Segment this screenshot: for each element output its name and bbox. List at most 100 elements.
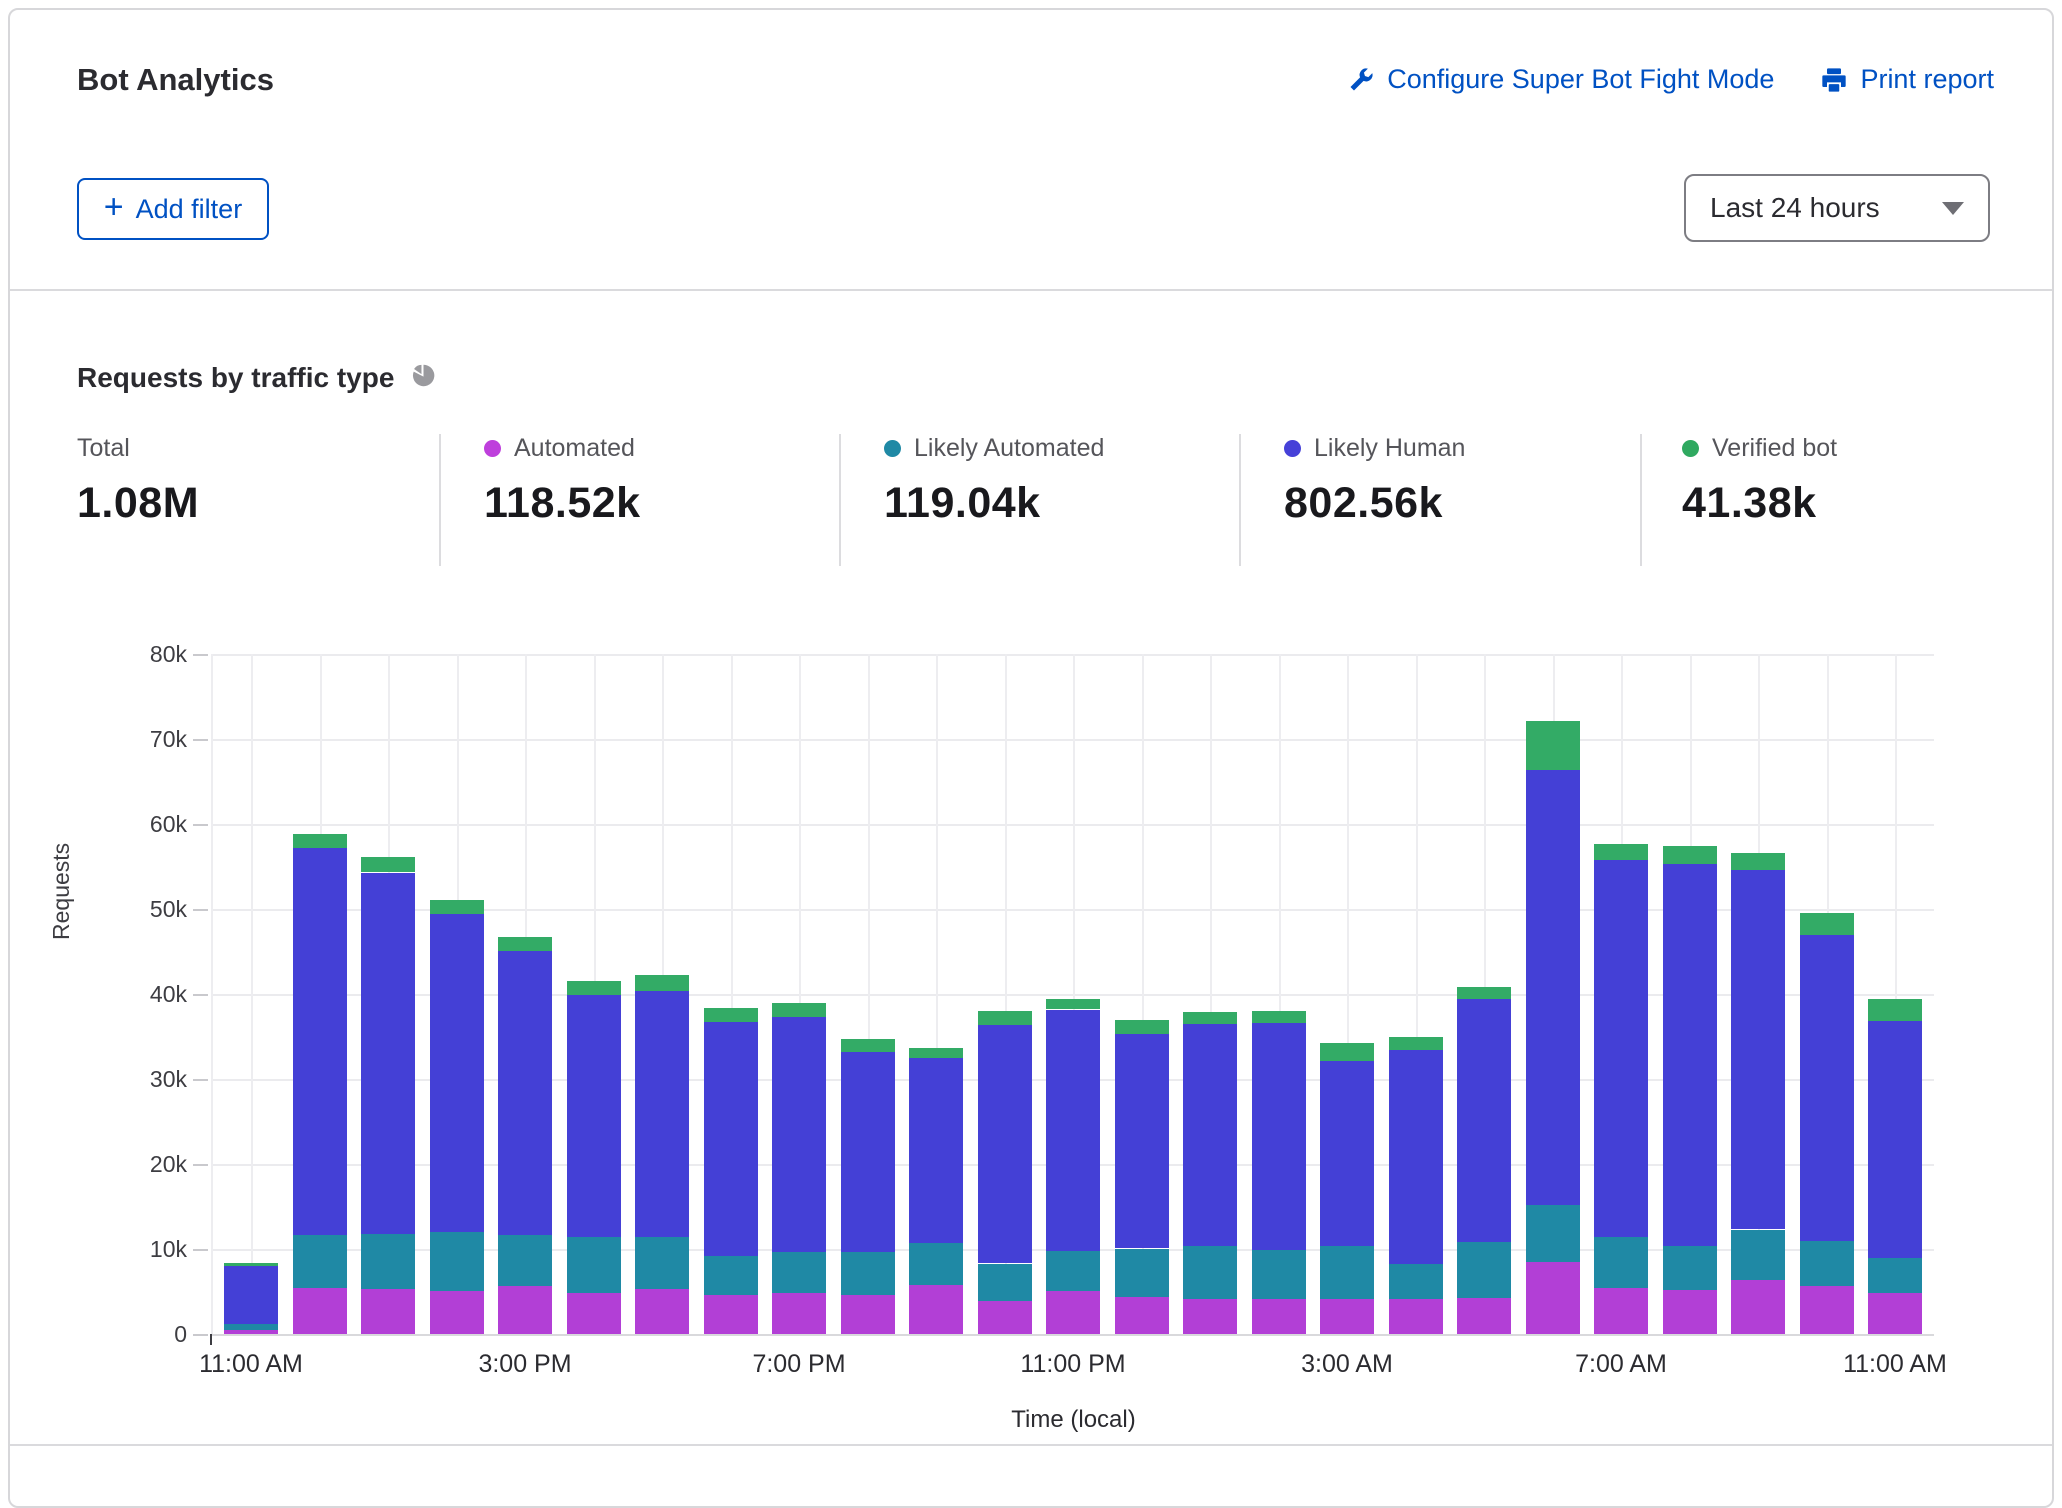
bar-segment-verified-bot[interactable] <box>361 857 415 872</box>
bar-segment-automated[interactable] <box>1594 1288 1648 1334</box>
bar-segment-likely-automated[interactable] <box>1868 1258 1922 1293</box>
bar-segment-verified-bot[interactable] <box>430 900 484 914</box>
bar-segment-automated[interactable] <box>1800 1286 1854 1334</box>
bar-segment-verified-bot[interactable] <box>1046 999 1100 1009</box>
bar-segment-verified-bot[interactable] <box>498 937 552 951</box>
bar-segment-likely-human[interactable] <box>772 1017 826 1252</box>
bar-segment-likely-automated[interactable] <box>1526 1205 1580 1262</box>
bar-segment-verified-bot[interactable] <box>1389 1037 1443 1050</box>
bar-segment-likely-human[interactable] <box>1183 1024 1237 1246</box>
bar-segment-automated[interactable] <box>909 1285 963 1334</box>
stat-verified-bot[interactable]: Verified bot41.38k <box>1682 434 1837 528</box>
bar-segment-likely-human[interactable] <box>430 914 484 1232</box>
bar-5-00-am[interactable] <box>1457 987 1511 1334</box>
bar-segment-likely-automated[interactable] <box>1457 1242 1511 1298</box>
bar-segment-verified-bot[interactable] <box>1800 913 1854 935</box>
bar-segment-likely-automated[interactable] <box>1115 1249 1169 1297</box>
bar-segment-automated[interactable] <box>635 1289 689 1334</box>
bar-segment-likely-human[interactable] <box>704 1022 758 1256</box>
bar-segment-verified-bot[interactable] <box>1183 1012 1237 1024</box>
bar-segment-likely-automated[interactable] <box>1046 1250 1100 1291</box>
bar-segment-verified-bot[interactable] <box>841 1039 895 1052</box>
bar-segment-likely-automated[interactable] <box>567 1237 621 1293</box>
bar-segment-likely-automated[interactable] <box>841 1252 895 1295</box>
bar-segment-verified-bot[interactable] <box>1868 999 1922 1021</box>
bar-segment-likely-human[interactable] <box>1663 864 1717 1246</box>
bar-segment-verified-bot[interactable] <box>224 1263 278 1266</box>
bar-segment-automated[interactable] <box>1663 1290 1717 1334</box>
bar-segment-likely-automated[interactable] <box>704 1256 758 1295</box>
bar-segment-verified-bot[interactable] <box>1457 987 1511 999</box>
bar-segment-verified-bot[interactable] <box>293 834 347 848</box>
bar-segment-verified-bot[interactable] <box>635 975 689 991</box>
bar-5-00-pm[interactable] <box>635 974 689 1334</box>
bar-9-00-am[interactable] <box>1731 853 1785 1334</box>
bar-segment-likely-automated[interactable] <box>1320 1246 1374 1299</box>
bar-segment-likely-automated[interactable] <box>772 1251 826 1293</box>
bar-segment-likely-automated[interactable] <box>1389 1264 1443 1299</box>
bar-12-00-pm[interactable] <box>293 834 347 1334</box>
bar-segment-automated[interactable] <box>1731 1280 1785 1334</box>
bar-segment-automated[interactable] <box>224 1330 278 1334</box>
bar-3-00-am[interactable] <box>1320 1043 1374 1334</box>
bar-segment-automated[interactable] <box>293 1288 347 1334</box>
bar-segment-likely-automated[interactable] <box>1252 1250 1306 1299</box>
bar-segment-likely-human[interactable] <box>1526 770 1580 1205</box>
bar-11-00-am[interactable] <box>1868 999 1922 1334</box>
bar-segment-automated[interactable] <box>498 1286 552 1334</box>
bar-segment-automated[interactable] <box>1868 1293 1922 1334</box>
bar-segment-verified-bot[interactable] <box>1526 721 1580 770</box>
bar-segment-verified-bot[interactable] <box>1320 1043 1374 1061</box>
bar-segment-automated[interactable] <box>1046 1291 1100 1334</box>
bar-segment-likely-automated[interactable] <box>1663 1246 1717 1290</box>
bar-segment-likely-human[interactable] <box>841 1051 895 1252</box>
print-report-link[interactable]: Print report <box>1820 64 1994 95</box>
bar-segment-likely-automated[interactable] <box>361 1234 415 1289</box>
bar-8-00-am[interactable] <box>1663 846 1717 1334</box>
bar-segment-likely-human[interactable] <box>224 1266 278 1324</box>
bar-segment-verified-bot[interactable] <box>567 981 621 995</box>
bar-2-00-am[interactable] <box>1252 1011 1306 1334</box>
bar-segment-likely-automated[interactable] <box>1731 1230 1785 1280</box>
stat-likely-automated[interactable]: Likely Automated119.04k <box>884 434 1104 528</box>
bar-segment-likely-human[interactable] <box>1800 935 1854 1241</box>
configure-super-bot-fight-mode-link[interactable]: Configure Super Bot Fight Mode <box>1347 64 1774 95</box>
bar-segment-automated[interactable] <box>567 1293 621 1334</box>
bar-segment-automated[interactable] <box>361 1289 415 1334</box>
stat-likely-human[interactable]: Likely Human802.56k <box>1284 434 1465 528</box>
bar-segment-likely-human[interactable] <box>1594 860 1648 1237</box>
bar-segment-verified-bot[interactable] <box>978 1011 1032 1025</box>
bar-segment-likely-human[interactable] <box>1115 1034 1169 1248</box>
bar-segment-automated[interactable] <box>1389 1299 1443 1334</box>
bar-segment-likely-human[interactable] <box>1320 1061 1374 1246</box>
bar-segment-verified-bot[interactable] <box>1115 1020 1169 1034</box>
bar-segment-likely-human[interactable] <box>361 873 415 1234</box>
bar-segment-likely-automated[interactable] <box>224 1324 278 1330</box>
bar-segment-likely-human[interactable] <box>1457 999 1511 1242</box>
bar-segment-likely-human[interactable] <box>293 848 347 1235</box>
bar-segment-automated[interactable] <box>1183 1299 1237 1334</box>
bar-3-00-pm[interactable] <box>498 937 552 1334</box>
bar-9-00-pm[interactable] <box>909 1048 963 1334</box>
bar-segment-likely-human[interactable] <box>1046 1010 1100 1251</box>
bar-segment-verified-bot[interactable] <box>1252 1011 1306 1023</box>
time-range-dropdown[interactable]: Last 24 hours <box>1684 174 1990 242</box>
bar-7-00-pm[interactable] <box>772 1002 826 1334</box>
bar-segment-likely-automated[interactable] <box>1594 1237 1648 1288</box>
bar-segment-automated[interactable] <box>772 1293 826 1334</box>
bar-segment-verified-bot[interactable] <box>1663 846 1717 864</box>
add-filter-button[interactable]: + Add filter <box>77 178 269 240</box>
bar-segment-likely-automated[interactable] <box>635 1237 689 1289</box>
bar-segment-likely-human[interactable] <box>635 990 689 1237</box>
bar-segment-likely-automated[interactable] <box>909 1243 963 1285</box>
bar-7-00-am[interactable] <box>1594 844 1648 1334</box>
bar-segment-automated[interactable] <box>841 1295 895 1334</box>
bar-segment-verified-bot[interactable] <box>704 1008 758 1022</box>
stat-automated[interactable]: Automated118.52k <box>484 434 641 528</box>
bar-segment-likely-human[interactable] <box>1389 1050 1443 1264</box>
bar-segment-likely-human[interactable] <box>1868 1021 1922 1258</box>
bar-segment-likely-human[interactable] <box>909 1058 963 1243</box>
bar-4-00-am[interactable] <box>1389 1037 1443 1334</box>
bar-segment-likely-automated[interactable] <box>1800 1241 1854 1286</box>
bar-segment-likely-human[interactable] <box>498 951 552 1235</box>
